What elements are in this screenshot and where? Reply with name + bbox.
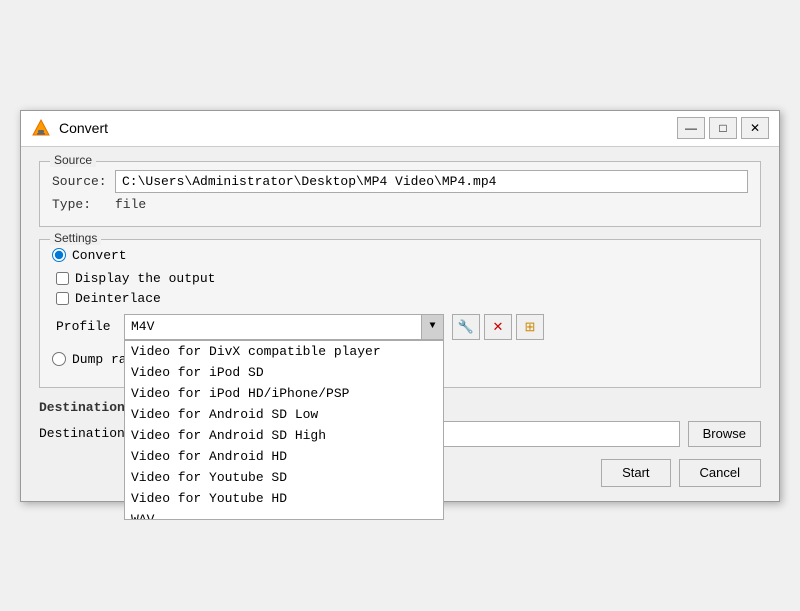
new-profile-button[interactable]: ⊞ xyxy=(516,314,544,340)
wrench-button[interactable]: 🔧 xyxy=(452,314,480,340)
cancel-button[interactable]: Cancel xyxy=(679,459,761,487)
convert-radio-row: Convert xyxy=(52,248,748,263)
title-bar-controls: — □ ✕ xyxy=(677,117,769,139)
deinterlace-label: Deinterlace xyxy=(75,291,161,306)
source-group: Source Source: Type: file xyxy=(39,161,761,227)
type-row: Type: file xyxy=(52,197,748,212)
profile-row: Profile M4V ▼ Video for DivX compatible … xyxy=(56,314,748,340)
profile-dropdown-list[interactable]: Video for DivX compatible player Video f… xyxy=(124,340,444,520)
wrench-icon: 🔧 xyxy=(458,319,474,335)
start-button[interactable]: Start xyxy=(601,459,670,487)
vlc-icon xyxy=(31,118,51,138)
profile-option-6[interactable]: Video for Youtube SD xyxy=(125,467,443,488)
profile-dropdown-container: M4V ▼ Video for DivX compatible player V… xyxy=(124,314,444,340)
main-window: Convert — □ ✕ Source Source: Type: file … xyxy=(20,110,780,502)
display-output-label: Display the output xyxy=(75,271,215,286)
profile-select[interactable]: M4V ▼ xyxy=(124,314,444,340)
profile-option-8[interactable]: WAV xyxy=(125,509,443,520)
source-key-label: Source: xyxy=(52,174,107,189)
delete-icon: ✕ xyxy=(493,319,504,335)
profile-option-4[interactable]: Video for Android SD High xyxy=(125,425,443,446)
display-output-checkbox[interactable] xyxy=(56,272,69,285)
profile-label: Profile xyxy=(56,319,116,334)
profile-option-5[interactable]: Video for Android HD xyxy=(125,446,443,467)
profile-option-7[interactable]: Video for Youtube HD xyxy=(125,488,443,509)
deinterlace-checkbox[interactable] xyxy=(56,292,69,305)
browse-button[interactable]: Browse xyxy=(688,421,761,447)
type-value: file xyxy=(115,197,146,212)
dump-radio[interactable] xyxy=(52,352,66,366)
profile-icon-buttons: 🔧 ✕ ⊞ xyxy=(452,314,544,340)
source-group-title: Source xyxy=(50,153,96,167)
settings-group-title: Settings xyxy=(50,231,101,245)
settings-group: Settings Convert Display the output Dein… xyxy=(39,239,761,388)
close-button[interactable]: ✕ xyxy=(741,117,769,139)
table-icon: ⊞ xyxy=(525,319,536,335)
profile-option-3[interactable]: Video for Android SD Low xyxy=(125,404,443,425)
profile-option-1[interactable]: Video for iPod SD xyxy=(125,362,443,383)
delete-profile-button[interactable]: ✕ xyxy=(484,314,512,340)
title-bar: Convert — □ ✕ xyxy=(21,111,779,147)
title-bar-left: Convert xyxy=(31,118,108,138)
profile-selected-text: M4V xyxy=(131,319,437,334)
window-title: Convert xyxy=(59,120,108,136)
profile-option-0[interactable]: Video for DivX compatible player xyxy=(125,341,443,362)
convert-radio-label: Convert xyxy=(72,248,127,263)
dropdown-arrow-icon: ▼ xyxy=(421,315,443,339)
source-path-input[interactable] xyxy=(115,170,748,193)
convert-radio[interactable] xyxy=(52,248,66,262)
content-area: Source Source: Type: file Settings Conve… xyxy=(21,147,779,501)
profile-option-2[interactable]: Video for iPod HD/iPhone/PSP xyxy=(125,383,443,404)
type-key-label: Type: xyxy=(52,197,107,212)
minimize-button[interactable]: — xyxy=(677,117,705,139)
display-output-row: Display the output xyxy=(56,271,748,286)
deinterlace-row: Deinterlace xyxy=(56,291,748,306)
source-row: Source: xyxy=(52,170,748,193)
maximize-button[interactable]: □ xyxy=(709,117,737,139)
